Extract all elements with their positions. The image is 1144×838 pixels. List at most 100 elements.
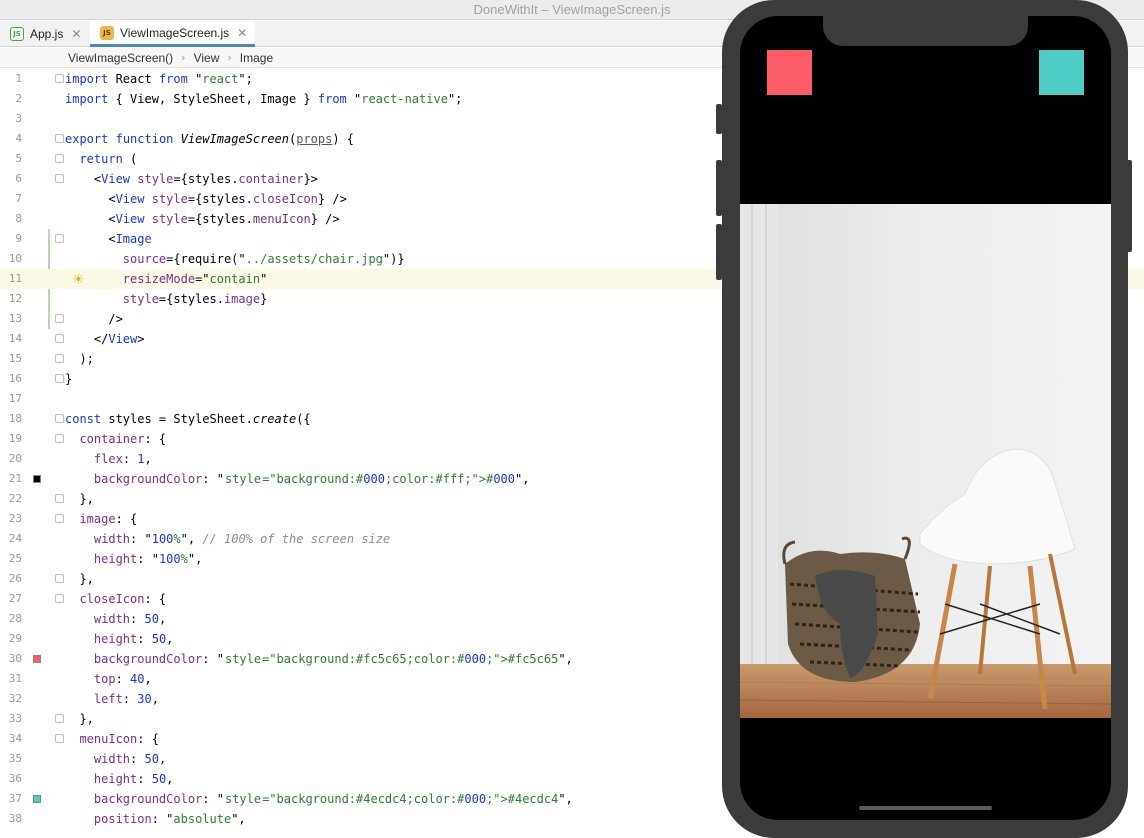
- chevron-right-icon: ›: [181, 51, 186, 64]
- code-text: }: [65, 372, 73, 386]
- line-number: 8: [15, 212, 22, 225]
- code-text: <View style={styles.closeIcon} />: [65, 192, 347, 206]
- tab-viewimagescreen-js[interactable]: JS ViewImageScreen.js ✕: [90, 21, 256, 47]
- line-number: 29: [8, 632, 22, 645]
- fold-toggle-icon[interactable]: [55, 354, 64, 363]
- code-text: left: 30,: [93, 692, 159, 706]
- fold-toggle-icon[interactable]: [55, 314, 64, 323]
- menu-icon-square[interactable]: [1039, 50, 1084, 95]
- color-swatch-icon[interactable]: [33, 475, 41, 483]
- code-text: <View style={styles.container}>: [65, 172, 318, 186]
- line-number: 28: [8, 612, 22, 625]
- code-text: source={require("../assets/chair.jpg")}: [122, 252, 405, 266]
- line-number: 5: [15, 152, 22, 165]
- line-number: 7: [15, 192, 22, 205]
- fold-toggle-icon[interactable]: [55, 154, 64, 163]
- code-text: />: [65, 312, 123, 326]
- line-number: 2: [15, 92, 22, 105]
- breadcrumb-item[interactable]: ViewImageScreen(): [68, 51, 173, 65]
- code-text: image: {: [79, 512, 138, 526]
- line-number: 17: [8, 392, 22, 405]
- code-text: import { View, StyleSheet, Image } from …: [65, 92, 463, 106]
- code-text: position: "absolute",: [93, 812, 246, 826]
- fold-toggle-icon[interactable]: [55, 514, 64, 523]
- tab-app-js[interactable]: JS App.js ✕: [0, 21, 89, 47]
- fold-toggle-icon[interactable]: [55, 174, 64, 183]
- line-number: 13: [8, 312, 22, 325]
- line-number: 3: [15, 112, 22, 125]
- fold-toggle-icon[interactable]: [55, 434, 64, 443]
- breadcrumb-item[interactable]: Image: [240, 51, 273, 65]
- line-number: 10: [8, 252, 22, 265]
- code-text: width: "100%", // 100% of the screen siz…: [93, 532, 391, 546]
- line-number: 38: [8, 812, 22, 825]
- color-swatch-icon[interactable]: [33, 655, 41, 663]
- line-number: 15: [8, 352, 22, 365]
- js-file-icon: JS: [10, 27, 24, 41]
- code-text: const styles = StyleSheet.create({: [65, 412, 311, 426]
- close-icon[interactable]: ✕: [237, 26, 247, 40]
- mute-switch: [716, 104, 722, 134]
- chair-photo: [740, 204, 1111, 718]
- volume-up-button: [716, 160, 722, 216]
- fold-toggle-icon[interactable]: [55, 234, 64, 243]
- code-text: width: 50,: [93, 612, 167, 626]
- line-number: 36: [8, 772, 22, 785]
- line-number: 30: [8, 652, 22, 665]
- chevron-right-icon: ›: [227, 51, 232, 64]
- phone-screen: [740, 16, 1111, 820]
- chair-image: [740, 204, 1111, 718]
- line-number: 25: [8, 552, 22, 565]
- code-text: },: [65, 712, 94, 726]
- fold-toggle-icon[interactable]: [55, 374, 64, 383]
- line-number: 35: [8, 752, 22, 765]
- close-icon[interactable]: ✕: [71, 27, 81, 41]
- code-text: backgroundColor: "style="background:#4ec…: [93, 792, 573, 806]
- line-number: 37: [8, 792, 22, 805]
- fold-toggle-icon[interactable]: [55, 134, 64, 143]
- code-text: top: 40,: [93, 672, 152, 686]
- js-file-icon: JS: [100, 25, 114, 40]
- line-number: 11: [8, 272, 22, 285]
- line-number: 18: [8, 412, 22, 425]
- line-number: 24: [8, 532, 22, 545]
- fold-toggle-icon[interactable]: [55, 574, 64, 583]
- line-number: 6: [15, 172, 22, 185]
- fold-toggle-icon[interactable]: [55, 714, 64, 723]
- breadcrumb-item[interactable]: View: [194, 51, 220, 65]
- line-number: 12: [8, 292, 22, 305]
- code-text: backgroundColor: "style="background:#fc5…: [93, 652, 573, 666]
- line-number: 9: [15, 232, 22, 245]
- line-number: 27: [8, 592, 22, 605]
- line-number: 4: [15, 132, 22, 145]
- code-text: resizeMode="contain": [122, 272, 268, 286]
- code-text: <Image: [65, 232, 152, 246]
- close-icon-square[interactable]: [767, 50, 812, 95]
- fold-toggle-icon[interactable]: [55, 734, 64, 743]
- line-number: 32: [8, 692, 22, 705]
- code-text: export function ViewImageScreen(props) {: [65, 132, 355, 146]
- fold-toggle-icon[interactable]: [55, 494, 64, 503]
- tab-label: App.js: [30, 27, 64, 41]
- code-text: <View style={styles.menuIcon} />: [65, 212, 340, 226]
- color-swatch-icon[interactable]: [33, 795, 41, 803]
- fold-toggle-icon[interactable]: [55, 74, 64, 83]
- code-text: return (: [79, 152, 138, 166]
- fold-toggle-icon[interactable]: [55, 414, 64, 423]
- phone-notch: [823, 16, 1028, 46]
- phone-simulator: [716, 0, 1132, 838]
- fold-toggle-icon[interactable]: [55, 594, 64, 603]
- line-number: 26: [8, 572, 22, 585]
- line-number: 1: [15, 72, 22, 85]
- line-number: 20: [8, 452, 22, 465]
- fold-toggle-icon[interactable]: [55, 334, 64, 343]
- power-button: [1126, 160, 1132, 252]
- home-indicator[interactable]: [859, 806, 992, 810]
- code-text: flex: 1,: [93, 452, 152, 466]
- code-text: backgroundColor: "style="background:#000…: [93, 472, 530, 486]
- code-text: },: [65, 492, 94, 506]
- tab-label: ViewImageScreen.js: [120, 25, 230, 40]
- line-number: 33: [8, 712, 22, 725]
- code-text: menuIcon: {: [79, 732, 159, 746]
- volume-down-button: [716, 224, 722, 280]
